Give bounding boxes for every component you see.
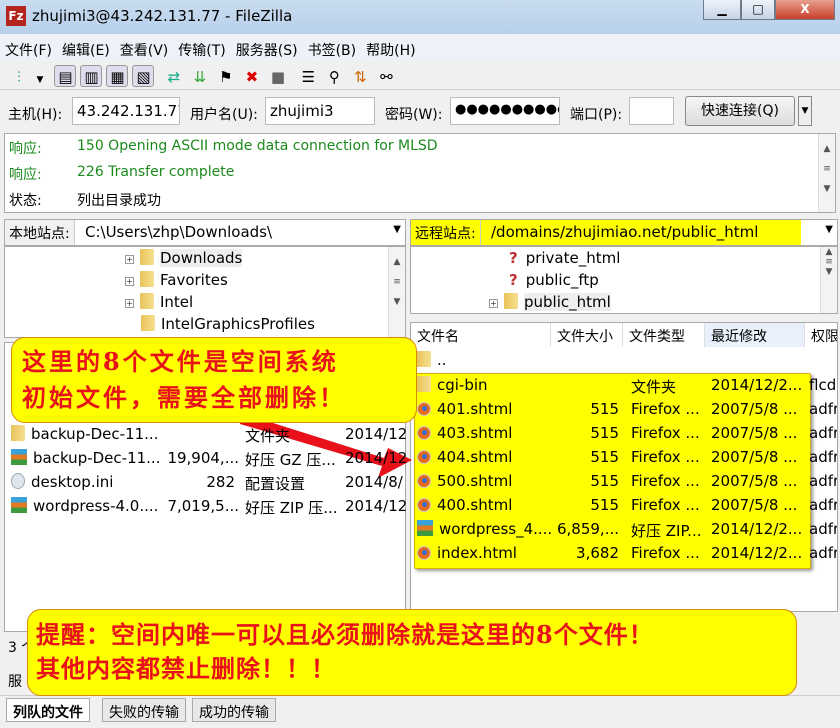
file-type: 好压 ZIP... (631, 522, 702, 540)
file-size: 3,682 (576, 544, 619, 562)
firefox-icon (417, 450, 431, 464)
file-name: 400.shtml (437, 496, 513, 514)
file-permissions: adfr (809, 448, 838, 466)
archive-icon (11, 497, 27, 513)
file-name: desktop.ini (31, 473, 114, 491)
file-name: 403.shtml (437, 424, 513, 442)
table-row[interactable]: backup-Dec-11... 19,904,... 好压 GZ 压... 2014… (5, 447, 408, 471)
firefox-icon (417, 402, 431, 416)
file-type: 文件夹 (631, 378, 677, 396)
file-size: 282 (206, 473, 235, 491)
file-modified: 2007/5/8 ... (711, 472, 798, 490)
file-modified: 2007/5/8 ... (711, 400, 798, 418)
table-row[interactable]: 403.shtml 515 Firefox ... 2007/5/8 ... a… (411, 422, 837, 446)
folder-icon (417, 376, 431, 392)
table-row[interactable]: 401.shtml 515 Firefox ... 2007/5/8 ... a… (411, 398, 837, 422)
archive-icon (11, 449, 27, 465)
firefox-icon (417, 546, 431, 560)
file-size: 515 (590, 424, 619, 442)
table-row[interactable]: 404.shtml 515 Firefox ... 2007/5/8 ... a… (411, 446, 837, 470)
file-modified: 2014/8/ (345, 473, 403, 491)
table-row[interactable]: desktop.ini 282 配置设置 2014/8/ (5, 471, 405, 495)
file-modified: 2014/12/2... (711, 544, 803, 562)
file-name: cgi-bin (437, 376, 488, 394)
file-name: index.html (437, 544, 517, 562)
file-modified: 2014/12 (345, 449, 408, 467)
file-modified: 2007/5/8 ... (711, 496, 798, 514)
file-type: 配置设置 (245, 475, 306, 493)
file-type: Firefox ... (631, 448, 700, 466)
file-permissions: adfr (809, 472, 838, 490)
file-permissions: flcd (809, 376, 837, 394)
file-size: 6,859,... (556, 520, 619, 538)
file-type: 好压 ZIP 压... (245, 499, 338, 517)
callout-delete-files: 这里的8个文件是空间系统 初始文件，需要全部删除！ (11, 337, 417, 423)
file-modified: 2014/12/2... (711, 376, 803, 394)
table-row[interactable]: .. (411, 349, 837, 373)
table-row[interactable]: backup-Dec-11... 文件夹 2014/12 (5, 423, 408, 447)
file-modified: 2014/12/2... (711, 520, 803, 538)
file-permissions: adfr (809, 544, 838, 562)
table-row[interactable]: wordpress_4.... 6,859,... 好压 ZIP... 2014… (411, 518, 837, 542)
table-row[interactable]: cgi-bin 文件夹 2014/12/2... flcd (411, 374, 837, 398)
file-name: 404.shtml (437, 448, 513, 466)
file-name: backup-Dec-11... (31, 425, 159, 443)
folder-icon (417, 351, 431, 367)
firefox-icon (417, 498, 431, 512)
file-name: wordpress-4.0.... (33, 497, 159, 515)
file-modified: 2007/5/8 ... (711, 424, 798, 442)
file-type: Firefox ... (631, 496, 700, 514)
firefox-icon (417, 474, 431, 488)
callout-reminder: 提醒：空间内唯一可以且必须删除就是这里的8个文件！ 其他内容都禁止删除！！！ (27, 609, 797, 696)
file-permissions: adfr (809, 496, 838, 514)
file-permissions: adfr (809, 520, 838, 538)
file-name: 401.shtml (437, 400, 513, 418)
table-row[interactable]: 400.shtml 515 Firefox ... 2007/5/8 ... a… (411, 494, 837, 518)
file-size: 515 (590, 448, 619, 466)
settings-file-icon (11, 473, 25, 489)
file-permissions: adfr (809, 400, 838, 418)
table-row[interactable]: wordpress-4.0.... 7,019,5... 好压 ZIP 压... 20… (5, 495, 408, 519)
file-modified: 2014/12 (345, 425, 408, 443)
file-size: 515 (590, 400, 619, 418)
folder-icon (11, 425, 25, 441)
firefox-icon (417, 426, 431, 440)
archive-icon (417, 520, 433, 536)
file-size: 515 (590, 496, 619, 514)
file-name: .. (437, 351, 447, 369)
file-type: 文件夹 (245, 427, 291, 445)
file-type: Firefox ... (631, 400, 700, 418)
file-type: 好压 GZ 压... (245, 451, 336, 469)
table-row[interactable]: index.html 3,682 Firefox ... 2014/12/2..… (411, 542, 837, 566)
table-row[interactable]: 500.shtml 515 Firefox ... 2007/5/8 ... a… (411, 470, 837, 494)
file-size: 515 (590, 472, 619, 490)
file-name: 500.shtml (437, 472, 513, 490)
file-type: Firefox ... (631, 424, 700, 442)
file-type: Firefox ... (631, 472, 700, 490)
file-size: 7,019,5... (167, 497, 239, 515)
file-name: wordpress_4.... (439, 520, 553, 538)
file-type: Firefox ... (631, 544, 700, 562)
file-modified: 2014/12 (345, 497, 408, 515)
file-modified: 2007/5/8 ... (711, 448, 798, 466)
file-size: 19,904,... (167, 449, 239, 467)
file-permissions: adfr (809, 424, 838, 442)
